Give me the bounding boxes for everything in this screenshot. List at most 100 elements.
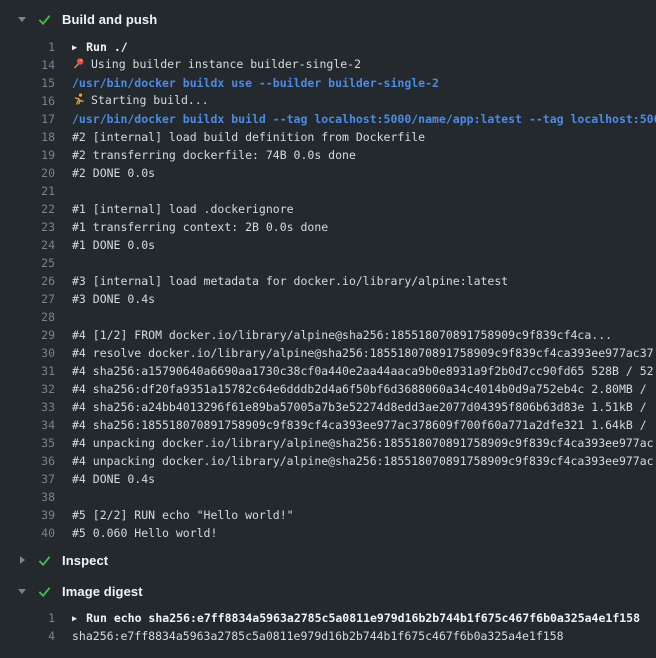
group-expander-icon[interactable]: ▶: [72, 43, 77, 53]
line-number[interactable]: 24: [0, 238, 55, 252]
chevron-down-icon[interactable]: [16, 586, 27, 596]
line-text: #4 DONE 0.4s: [72, 472, 656, 486]
line-text: #4 sha256:df20fa9351a15782c64e6dddb2d4a6…: [72, 382, 656, 396]
line-number[interactable]: 14: [0, 58, 55, 72]
line-number[interactable]: 17: [0, 112, 55, 126]
log-line: 1 ▶ Run echo sha256:e7ff8834a5963a2785c5a0…: [0, 609, 656, 627]
line-number[interactable]: 27: [0, 292, 55, 306]
line-number[interactable]: 26: [0, 274, 55, 288]
line-number[interactable]: 36: [0, 454, 55, 468]
line-number[interactable]: 23: [0, 220, 55, 234]
log-line: 27 #3 DONE 0.4s: [0, 290, 656, 308]
log-line: 20 #2 DONE 0.0s: [0, 164, 656, 182]
line-number[interactable]: 15: [0, 76, 55, 90]
line-number[interactable]: 40: [0, 526, 55, 540]
line-text-content: #4 sha256:df20fa9351a15782c64e6dddb2d4a6…: [72, 382, 654, 396]
line-text: #3 DONE 0.4s: [72, 292, 656, 306]
section-header-inspect[interactable]: Inspect: [0, 551, 656, 569]
line-text: Starting build...: [72, 93, 656, 109]
line-number[interactable]: 34: [0, 418, 55, 432]
log-line: 21: [0, 182, 656, 200]
check-icon: [37, 553, 52, 568]
line-text: ▶Run ./: [72, 40, 656, 54]
line-text: #2 [internal] load build definition from…: [72, 130, 656, 144]
line-text: #2 transferring dockerfile: 74B 0.0s don…: [72, 148, 656, 162]
line-text-content: #4 unpacking docker.io/library/alpine@sh…: [72, 454, 654, 468]
log-line: 25: [0, 254, 656, 272]
log-line: 40 #5 0.060 Hello world!: [0, 524, 656, 542]
line-number[interactable]: 22: [0, 202, 55, 216]
log-line: 22 #1 [internal] load .dockerignore: [0, 200, 656, 218]
chevron-down-icon[interactable]: [16, 14, 27, 24]
group-expander-icon[interactable]: ▶: [72, 614, 77, 624]
line-text-content: #4 sha256:a24bb4013296f61e89ba57005a7b3e…: [72, 400, 654, 414]
line-number[interactable]: 20: [0, 166, 55, 180]
line-text: #4 sha256:a15790640a6690aa1730c38cf0a440…: [72, 364, 656, 378]
line-number[interactable]: 29: [0, 328, 55, 342]
line-number[interactable]: 35: [0, 436, 55, 450]
line-number[interactable]: 33: [0, 400, 55, 414]
check-icon: [37, 584, 52, 599]
line-text-content: /usr/bin/docker buildx build --tag local…: [72, 112, 656, 126]
log-line: 35#4 unpacking docker.io/library/alpine@…: [0, 434, 656, 452]
log-line: 37 #4 DONE 0.4s: [0, 470, 656, 488]
actions-log-viewer: Build and push1▶Run ./14Using builder in…: [0, 0, 656, 658]
log-line: 34#4 sha256:185518070891758909c9f839cf4c…: [0, 416, 656, 434]
log-line: 36 #4 unpacking docker.io/library/alpine@…: [0, 452, 656, 470]
log-line: 1 ▶Run ./: [0, 38, 656, 56]
line-text: #1 transferring context: 2B 0.0s done: [72, 220, 656, 234]
log-line: 19 #2 transferring dockerfile: 74B 0.0s d…: [0, 146, 656, 164]
log-line: 33 #4 sha256:a24bb4013296f61e89ba57005a7b…: [0, 398, 656, 416]
line-text: ▶ Run echo sha256:e7ff8834a5963a2785c5a08…: [72, 611, 656, 625]
line-text-content: Using builder instance builder-single-2: [91, 57, 361, 71]
section-header-image-digest[interactable]: Image digest: [0, 582, 656, 600]
line-text-content: /usr/bin/docker buildx use --builder bui…: [72, 76, 439, 90]
line-number[interactable]: 1: [0, 611, 55, 625]
section-header-build-and-push[interactable]: Build and push: [0, 10, 656, 28]
log-section-build-and-push: Build and push 1 ▶Run ./ 14 Using builder in…: [0, 10, 656, 542]
log-line: 18 #2 [internal] load build definition fr…: [0, 128, 656, 146]
line-text-content: #4 resolve docker.io/library/alpine@sha2…: [72, 346, 654, 360]
line-text-content: Run echo sha256:e7ff8834a5963a2785c5a081…: [86, 611, 640, 625]
line-text: #1 DONE 0.0s: [72, 238, 656, 252]
line-number[interactable]: 1: [0, 40, 55, 54]
log-lines: 1 ▶Run ./ 14 Using builder instance builder…: [0, 38, 656, 542]
line-number[interactable]: 18: [0, 130, 55, 144]
line-text-content: #5 [2/2] RUN echo "Hello world!": [72, 508, 294, 522]
line-text: Using builder instance builder-single-2: [72, 57, 656, 73]
section-title: Inspect: [62, 553, 108, 568]
log-line: 15/usr/bin/docker buildx use --builder b…: [0, 74, 656, 92]
line-text: #4 unpacking docker.io/library/alpine@sh…: [72, 454, 656, 468]
line-number[interactable]: 19: [0, 148, 55, 162]
line-number[interactable]: 4: [0, 629, 55, 643]
line-text-content: #4 [1/2] FROM docker.io/library/alpine@s…: [72, 328, 612, 342]
log-line: 38: [0, 488, 656, 506]
line-number[interactable]: 31: [0, 364, 55, 378]
line-text: #5 0.060 Hello world!: [72, 526, 656, 540]
line-text: #2 DONE 0.0s: [72, 166, 656, 180]
log-section-inspect: Inspect: [0, 551, 656, 569]
line-text-content: #2 [internal] load build definition from…: [72, 130, 425, 144]
line-number[interactable]: 39: [0, 508, 55, 522]
check-icon: [37, 12, 52, 27]
line-number[interactable]: 28: [0, 310, 55, 324]
line-number[interactable]: 37: [0, 472, 55, 486]
line-text: #5 [2/2] RUN echo "Hello world!": [72, 508, 656, 522]
line-number[interactable]: 30: [0, 346, 55, 360]
line-text-content: #1 DONE 0.0s: [72, 238, 155, 252]
line-number[interactable]: 16: [0, 94, 55, 108]
line-text: /usr/bin/docker buildx use --builder bui…: [72, 76, 656, 90]
line-number[interactable]: 38: [0, 490, 55, 504]
line-number[interactable]: 25: [0, 256, 55, 270]
line-number[interactable]: 21: [0, 184, 55, 198]
section-title: Build and push: [62, 12, 157, 27]
line-text-content: #3 [internal] load metadata for docker.i…: [72, 274, 508, 288]
chevron-right-icon[interactable]: [16, 555, 27, 565]
log-line: 29 #4 [1/2] FROM docker.io/library/alpine…: [0, 326, 656, 344]
line-text-content: #1 [internal] load .dockerignore: [72, 202, 294, 216]
line-text-content: #3 DONE 0.4s: [72, 292, 155, 306]
line-number[interactable]: 32: [0, 382, 55, 396]
line-text-content: #4 sha256:a15790640a6690aa1730c38cf0a440…: [72, 364, 654, 378]
log-section-image-digest: Image digest 1 ▶ Run echo sha256:e7ff8834a5…: [0, 582, 656, 645]
line-text-content: #2 DONE 0.0s: [72, 166, 155, 180]
